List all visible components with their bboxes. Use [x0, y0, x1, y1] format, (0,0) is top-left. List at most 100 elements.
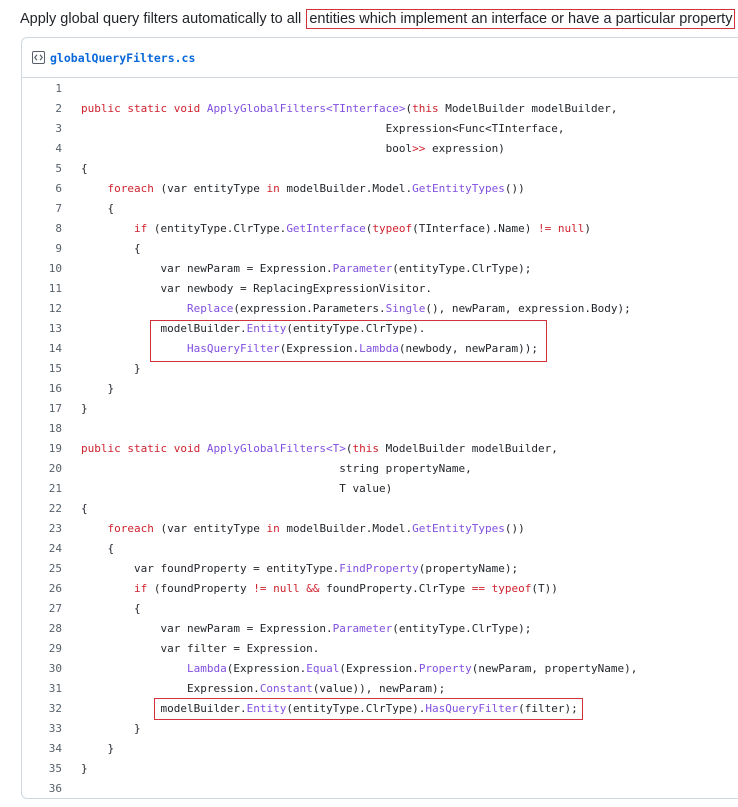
code-line: 24 {: [22, 539, 738, 559]
line-number: 24: [48, 542, 62, 555]
line-number: 16: [48, 382, 62, 395]
line-number: 11: [48, 282, 62, 295]
code-line: 31 Expression.Constant(value)), newParam…: [22, 679, 738, 699]
line-source: {: [81, 539, 114, 559]
text-token: {: [81, 162, 88, 175]
line-number: 10: [48, 262, 62, 275]
code-line: 4 bool>> expression): [22, 139, 738, 159]
text-token: ()): [504, 522, 525, 535]
line-number: 22: [48, 502, 62, 515]
keyword-token: if: [133, 582, 148, 595]
function-token: GetInterface: [286, 222, 366, 235]
keyword-token: public static void: [81, 442, 207, 455]
line-number: 20: [48, 462, 62, 475]
file-name-link[interactable]: globalQueryFilters.cs: [50, 51, 195, 65]
line-source: {: [81, 599, 141, 619]
text-token: ()): [504, 182, 525, 195]
line-source: T value): [81, 479, 392, 499]
text-token: expression): [425, 142, 505, 155]
code-file-card: globalQueryFilters.cs 1 2 public static vo…: [21, 37, 738, 799]
code-line: 35}: [22, 759, 738, 779]
line-number: 25: [48, 562, 62, 575]
code-line: 8 if (entityType.ClrType.GetInterface(ty…: [22, 219, 738, 239]
function-token: Parameter: [332, 622, 393, 635]
code-line: 9 {: [22, 239, 738, 259]
function-token: Constant: [259, 682, 313, 695]
line-number: 28: [48, 622, 62, 635]
text-token: {: [81, 602, 141, 615]
text-token: {: [81, 202, 115, 215]
code-file-icon: [32, 51, 45, 64]
text-token: {: [81, 242, 141, 255]
keyword-token: !=: [253, 582, 267, 595]
text-token: (Expression.: [226, 662, 307, 675]
text-token: var newParam = Expression.: [81, 262, 333, 275]
line-number: 32: [48, 702, 62, 715]
keyword-token: foreach: [107, 182, 154, 195]
keyword-token: if: [133, 222, 148, 235]
line-source: {: [81, 199, 114, 219]
line-number: 1: [55, 82, 62, 95]
text-token: (newbody, newParam));: [398, 342, 538, 355]
line-number: 35: [48, 762, 62, 775]
text-token: }: [81, 382, 115, 395]
text-token: {: [81, 502, 88, 515]
text-token: T value): [81, 482, 393, 495]
line-number: 23: [48, 522, 62, 535]
function-token: FindProperty: [339, 562, 419, 575]
text-token: (propertyName);: [418, 562, 519, 575]
text-token: }: [81, 742, 115, 755]
function-token: Entity: [246, 702, 287, 715]
line-number: 33: [48, 722, 62, 735]
text-token: (newParam, propertyName),: [471, 662, 638, 675]
text-token: var foundProperty = entityType.: [81, 562, 340, 575]
line-source: HasQueryFilter(Expression.Lambda(newbody…: [81, 339, 538, 359]
line-number: 14: [48, 342, 62, 355]
code-line: 1: [22, 79, 738, 99]
text-token: }: [81, 402, 88, 415]
line-number: 15: [48, 362, 62, 375]
line-number: 13: [48, 322, 62, 335]
line-source: string propertyName,: [81, 459, 471, 479]
text-token: bool: [81, 142, 413, 155]
keyword-token: this: [352, 442, 380, 455]
line-number: 30: [48, 662, 62, 675]
line-number: 12: [48, 302, 62, 315]
text-token: modelBuilder.Model.: [279, 182, 413, 195]
line-source: }: [81, 359, 141, 379]
text-token: ): [584, 222, 592, 235]
function-token: Property: [418, 662, 472, 675]
text-token: (entityType.ClrType).: [286, 322, 426, 335]
code-line: 25 var foundProperty = entityType.FindPr…: [22, 559, 738, 579]
line-source: {: [81, 499, 88, 519]
line-source: }: [81, 379, 114, 399]
keyword-token: in: [266, 182, 280, 195]
line-source: Lambda(Expression.Equal(Expression.Prope…: [81, 659, 637, 679]
code-line: 13 modelBuilder.Entity(entityType.ClrTyp…: [22, 319, 738, 339]
line-number: 2: [55, 102, 62, 115]
keyword-token: typeof: [491, 582, 532, 595]
text-token: (var entityType: [153, 182, 267, 195]
code-line: 22 {: [22, 499, 738, 519]
line-source: var newbody = ReplacingExpressionVisitor…: [81, 279, 432, 299]
text-token: var newbody = ReplacingExpressionVisitor…: [81, 282, 432, 295]
function-token: GetEntityTypes: [412, 522, 505, 535]
text-token: (var entityType: [153, 522, 267, 535]
text-token: modelBuilder.Model.: [279, 522, 413, 535]
line-source: var filter = Expression.: [81, 639, 319, 659]
code-line: 2 public static void ApplyGlobalFilters<T…: [22, 99, 738, 119]
code-line: 6 foreach (var entityType in modelBuilde…: [22, 179, 738, 199]
line-source: }: [81, 739, 114, 759]
line-source: var foundProperty = entityType.FindPrope…: [81, 559, 518, 579]
line-source: Expression.Constant(value)), newParam);: [81, 679, 445, 699]
code-line: 21 T value): [22, 479, 738, 499]
line-source: foreach (var entityType in modelBuilder.…: [81, 519, 525, 539]
code-line: 32 modelBuilder.Entity(entityType.ClrTyp…: [22, 699, 738, 719]
code-line: 14 HasQueryFilter(Expression.Lambda(newb…: [22, 339, 738, 359]
text-token: foundProperty.ClrType: [319, 582, 472, 595]
code-line: 18: [22, 419, 738, 439]
